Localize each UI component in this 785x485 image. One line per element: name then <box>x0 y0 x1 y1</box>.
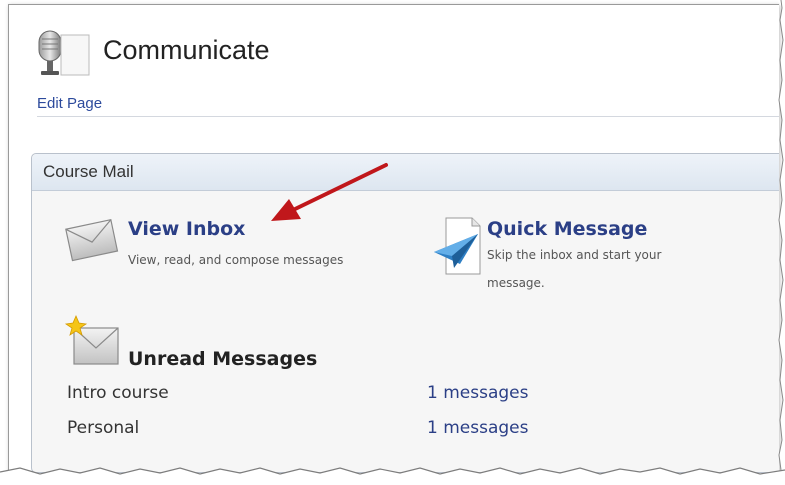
paper-plane-icon <box>434 217 481 275</box>
microphone-icon <box>38 30 90 76</box>
quick-message-link[interactable]: Quick Message <box>487 218 647 240</box>
divider <box>37 116 779 117</box>
quick-message-description-line1: Skip the inbox and start your <box>487 248 662 262</box>
page-title: Communicate <box>103 35 270 65</box>
unread-row-count-link[interactable]: 1 messages <box>427 383 528 403</box>
view-inbox-link[interactable]: View Inbox <box>128 218 245 240</box>
quick-message-description-line2: message. <box>487 276 545 290</box>
torn-edge-right <box>778 0 785 485</box>
unread-row-name: Personal <box>67 418 140 438</box>
torn-edge-bottom <box>0 467 785 485</box>
unread-row-count-link[interactable]: 1 messages <box>427 418 528 438</box>
panel-title: Course Mail <box>43 162 134 181</box>
view-inbox-description: View, read, and compose messages <box>128 253 344 267</box>
course-mail-panel: Course Mail View Inbox View, read, and c… <box>31 153 779 473</box>
annotation-arrow <box>271 163 388 221</box>
edit-page-link[interactable]: Edit Page <box>37 95 102 112</box>
unread-row-name: Intro course <box>67 383 169 403</box>
envelope-icon <box>65 218 119 262</box>
unread-messages-title: Unread Messages <box>128 348 318 370</box>
page-frame: Communicate Edit Page Course Mail View I… <box>8 4 779 477</box>
new-mail-icon <box>64 314 119 365</box>
panel-header: Course Mail <box>32 154 779 191</box>
